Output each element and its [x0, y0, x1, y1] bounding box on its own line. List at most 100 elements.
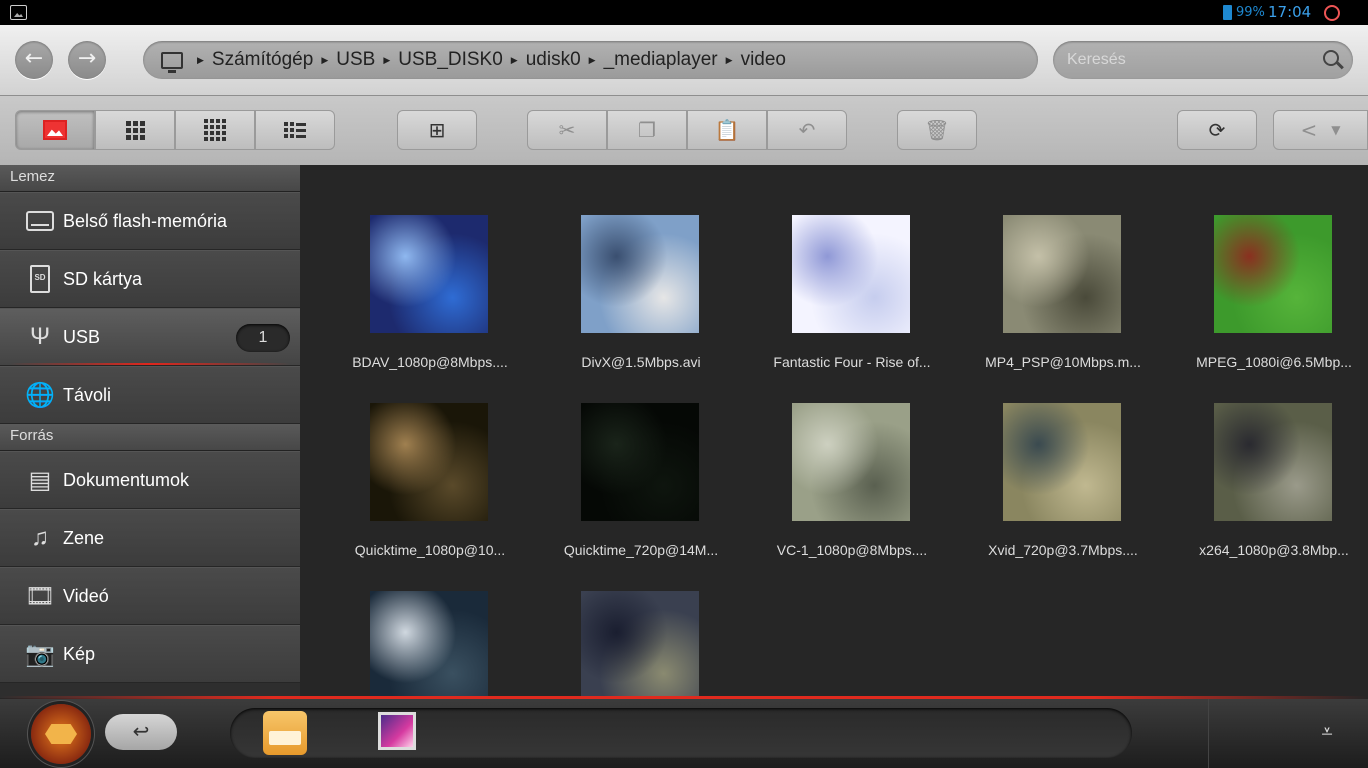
trash-icon: 🗑	[924, 118, 950, 142]
sidebar-item-video[interactable]: 🎞 Videó	[0, 567, 300, 625]
music-icon: ♫	[31, 524, 49, 551]
video-thumbnail[interactable]	[370, 403, 488, 521]
video-thumbnail[interactable]	[581, 403, 699, 521]
search-input[interactable]	[1067, 49, 1307, 71]
copy-icon: ❐	[638, 118, 656, 142]
breadcrumb[interactable]: ▶ Számítógép ▶ USB ▶ USB_DISK0 ▶ udisk0 ▶ _me…	[143, 41, 1038, 79]
breadcrumb-item[interactable]: USB_DISK0	[398, 49, 503, 71]
video-thumbnail[interactable]	[1214, 215, 1332, 333]
camera-icon: 📷	[25, 640, 55, 668]
file-item[interactable]: MPEG_1080i@6.5Mbp...	[1184, 215, 1364, 395]
file-item[interactable]: Fantastic Four - Rise of...	[762, 215, 942, 395]
sidebar-item-remote[interactable]: 🌐 Távoli	[0, 366, 300, 424]
file-item[interactable]: VC-1_1080p@8Mbps....	[762, 403, 942, 583]
thumbnail-view-button[interactable]	[15, 110, 95, 150]
small-grid-view-button[interactable]	[175, 110, 255, 150]
battery-icon	[1223, 5, 1232, 20]
file-item[interactable]: x264_1080p@3.8Mbp...	[1184, 403, 1364, 583]
return-button[interactable]: ↩	[105, 714, 177, 750]
breadcrumb-item[interactable]: Számítógép	[212, 49, 313, 71]
video-thumbnail[interactable]	[581, 591, 699, 698]
file-name: DivX@1.5Mbps.avi	[581, 354, 701, 370]
refresh-icon: ⟳	[1208, 118, 1226, 142]
sidebar-item-label: USB	[63, 326, 101, 347]
small-grid-icon	[204, 119, 226, 141]
file-name: MP4_PSP@10Mbps.m...	[985, 354, 1141, 370]
search-icon[interactable]	[1323, 50, 1339, 66]
video-thumbnail[interactable]	[370, 215, 488, 333]
sidebar-item-internal-flash[interactable]: Belső flash-memória	[0, 192, 300, 250]
video-thumbnail[interactable]	[792, 403, 910, 521]
video-thumbnail[interactable]	[1003, 215, 1121, 333]
arrow-right-icon: →	[77, 46, 97, 71]
share-button[interactable]: < ▼	[1273, 110, 1368, 150]
list-view-button[interactable]	[255, 110, 335, 150]
video-thumbnail[interactable]	[1214, 403, 1332, 521]
app-tray	[230, 708, 1132, 758]
grid-view-button[interactable]	[95, 110, 175, 150]
file-item[interactable]	[551, 591, 731, 698]
file-item[interactable]: DivX@1.5Mbps.avi	[551, 215, 731, 395]
gallery-icon[interactable]	[378, 712, 416, 750]
chevron-right-icon: ▶	[588, 54, 596, 65]
sidebar-item-label: Belső flash-memória	[63, 210, 228, 231]
new-folder-button[interactable]: ⊞	[397, 110, 477, 150]
sidebar-item-music[interactable]: ♫ Zene	[0, 509, 300, 567]
sidebar-item-sd-card[interactable]: SD SD kártya	[0, 250, 300, 308]
computer-icon[interactable]	[161, 51, 183, 73]
search-box[interactable]	[1053, 41, 1353, 79]
file-item[interactable]: MP4_PSP@10Mbps.m...	[973, 215, 1153, 395]
battery-percent: 99%	[1236, 5, 1265, 20]
breadcrumb-item[interactable]: _mediaplayer	[604, 49, 718, 71]
image-notification-icon	[10, 5, 27, 20]
sidebar-item-documents[interactable]: ▤ Dokumentumok	[0, 451, 300, 509]
paste-button[interactable]: 📋	[687, 110, 767, 150]
sidebar-item-label: Kép	[63, 643, 96, 664]
file-name: x264_1080p@3.8Mbp...	[1199, 542, 1349, 558]
file-item[interactable]: Quicktime_720p@14M...	[551, 403, 731, 583]
refresh-button[interactable]: ⟳	[1177, 110, 1257, 150]
sidebar-item-usb[interactable]: Ψ USB 1	[0, 308, 300, 366]
delete-button[interactable]: 🗑	[897, 110, 977, 150]
sidebar-item-label: Videó	[63, 585, 109, 606]
file-manager-icon[interactable]	[263, 711, 307, 755]
film-icon: 🎞	[24, 582, 56, 610]
forward-button[interactable]: →	[68, 41, 106, 79]
file-item[interactable]: BDAV_1080p@8Mbps....	[340, 215, 520, 395]
list-icon	[284, 122, 306, 138]
menu-chevron-down-icon[interactable]: ⩡	[1310, 719, 1344, 747]
file-name: VC-1_1080p@8Mbps....	[776, 542, 928, 558]
breadcrumb-item-current[interactable]: video	[741, 49, 786, 71]
new-folder-icon: ⊞	[428, 118, 446, 142]
undo-icon: ↶	[798, 118, 816, 142]
paste-icon: 📋	[714, 118, 740, 142]
image-icon	[43, 120, 67, 140]
cut-button[interactable]: ✂	[527, 110, 607, 150]
count-badge: 1	[236, 324, 290, 352]
chevron-down-icon: ▼	[1331, 123, 1341, 137]
chevron-right-icon: ▶	[383, 54, 391, 65]
video-thumbnail[interactable]	[370, 591, 488, 698]
video-thumbnail[interactable]	[581, 215, 699, 333]
breadcrumb-item[interactable]: udisk0	[526, 49, 581, 71]
chevron-right-icon: ▶	[510, 54, 518, 65]
file-name: Quicktime_1080p@10...	[354, 542, 506, 558]
video-thumbnail[interactable]	[792, 215, 910, 333]
file-name: BDAV_1080p@8Mbps....	[352, 354, 508, 370]
back-button[interactable]: ←	[15, 41, 53, 79]
file-item[interactable]	[340, 591, 520, 698]
sidebar-item-pictures[interactable]: 📷 Kép	[0, 625, 300, 683]
clock: 17:04	[1268, 3, 1312, 21]
drive-icon	[26, 211, 54, 231]
undo-button[interactable]: ↶	[767, 110, 847, 150]
file-item[interactable]: Quicktime_1080p@10...	[340, 403, 520, 583]
chevron-right-icon: ▶	[197, 54, 204, 65]
file-item[interactable]: Xvid_720p@3.7Mbps....	[973, 403, 1153, 583]
honeycomb-icon	[45, 724, 77, 744]
home-button[interactable]	[31, 704, 91, 764]
sidebar: Lemez Belső flash-memória SD SD kártya Ψ…	[0, 165, 300, 698]
usb-icon: Ψ	[29, 323, 51, 350]
video-thumbnail[interactable]	[1003, 403, 1121, 521]
copy-button[interactable]: ❐	[607, 110, 687, 150]
breadcrumb-item[interactable]: USB	[336, 49, 375, 71]
